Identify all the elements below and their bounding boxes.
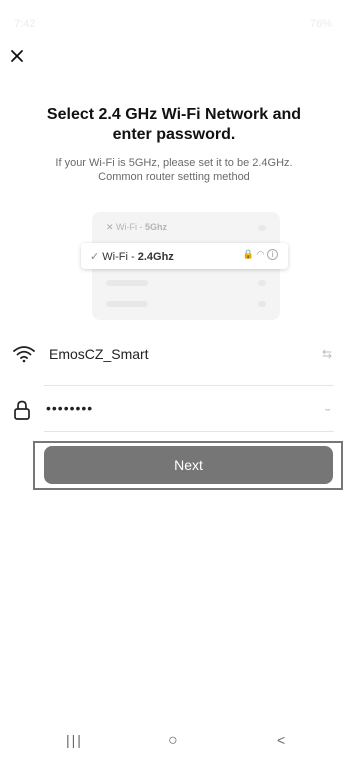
illustration-row2: ✓ Wi-Fi - 2.4Ghz <box>90 250 174 263</box>
password-field[interactable]: •••••••• <box>46 400 93 416</box>
wifi-small-icon: ◠ <box>256 249 265 259</box>
illustration-dot <box>258 280 266 286</box>
info-icon: i <box>267 249 278 260</box>
close-icon <box>11 50 23 62</box>
illustration-dot <box>258 301 266 307</box>
password-row[interactable]: •••••••• ⌣ <box>0 395 348 431</box>
status-indicators: 76% <box>309 18 332 30</box>
illustration-row1-band: 5Ghz <box>145 222 168 232</box>
check-icon: ✓ <box>90 251 103 263</box>
illustration-bar <box>106 280 148 286</box>
recents-button[interactable]: ||| <box>66 732 83 752</box>
divider <box>44 385 334 386</box>
close-button[interactable] <box>4 43 30 69</box>
wifi-illustration: ✕ Wi-Fi - 5Ghz ✓ Wi-Fi - 2.4Ghz 🔒 ◠ i <box>81 212 288 320</box>
illustration-5ghz-row: ✕ Wi-Fi - 5Ghz <box>106 222 167 233</box>
wifi-network-row[interactable]: EmosCZ_Smart ⇆ <box>0 337 348 377</box>
page-subtitle: If your Wi-Fi is 5GHz, please set it to … <box>40 156 308 184</box>
home-button[interactable]: ○ <box>168 732 178 752</box>
illustration-card-icons: 🔒 ◠ i <box>243 249 278 260</box>
system-nav-bar: ||| ○ < <box>0 720 348 763</box>
illustration-row1-prefix: Wi-Fi - <box>116 222 146 232</box>
status-time: 7:42 <box>14 18 36 30</box>
switch-network-icon[interactable]: ⇆ <box>322 347 332 361</box>
subtitle-text: If your Wi-Fi is 5GHz, please set it to … <box>55 157 293 183</box>
illustration-row2-prefix: Wi-Fi - <box>102 251 138 263</box>
lock-icon <box>14 400 30 420</box>
status-bar: 7:42 76% <box>0 0 348 40</box>
divider <box>44 431 334 432</box>
illustration-row2-band: 2.4Ghz <box>137 251 174 263</box>
wifi-icon <box>13 346 35 363</box>
lock-small-icon: 🔒 <box>242 249 255 259</box>
page-title: Select 2.4 GHz Wi-Fi Network and enter p… <box>46 106 302 143</box>
illustration-2-4ghz-card: ✓ Wi-Fi - 2.4Ghz 🔒 ◠ i <box>81 243 288 269</box>
wifi-name-field[interactable]: EmosCZ_Smart <box>49 346 149 362</box>
next-button[interactable]: Next <box>44 446 333 484</box>
x-icon: ✕ <box>106 222 117 232</box>
back-button[interactable]: < <box>277 732 285 752</box>
eye-closed-icon[interactable]: ⌣ <box>324 404 331 415</box>
illustration-dot <box>258 225 266 231</box>
illustration-bar <box>106 301 148 307</box>
